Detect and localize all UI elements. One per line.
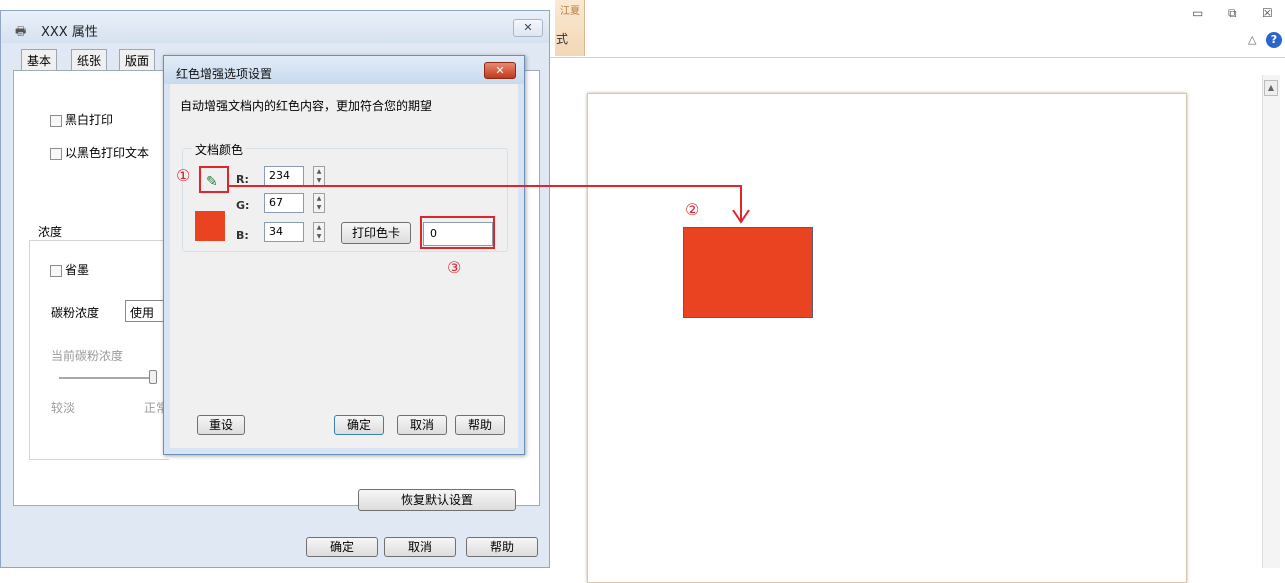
annotation-2: ② bbox=[685, 200, 700, 219]
minimize-icon[interactable]: ▭ bbox=[1192, 6, 1203, 20]
density-slider-track[interactable] bbox=[59, 377, 155, 379]
help-icon[interactable]: ? bbox=[1266, 32, 1282, 48]
red-dialog-title: 红色增强选项设置 bbox=[176, 67, 273, 81]
density-slider-thumb[interactable] bbox=[149, 370, 157, 384]
black-text-checkbox[interactable] bbox=[50, 147, 62, 160]
ribbon-tab-label[interactable]: 江夏 bbox=[560, 2, 580, 17]
app-ribbon bbox=[550, 0, 1285, 58]
b-input[interactable]: 34 bbox=[264, 222, 304, 242]
g-stepper[interactable]: ▲ ▼ bbox=[313, 193, 325, 213]
g-input[interactable]: 67 bbox=[264, 193, 304, 213]
document-page[interactable] bbox=[587, 93, 1187, 583]
restore-icon[interactable]: ⧉ bbox=[1228, 6, 1237, 21]
current-density-label: 当前碳粉浓度 bbox=[51, 349, 124, 363]
annotation-box-card-value bbox=[420, 216, 495, 249]
document-color-label: 文档颜色 bbox=[192, 141, 247, 158]
properties-title: XXX 属性 bbox=[41, 25, 98, 40]
red-enhance-dialog: 红色增强选项设置 ✕ 自动增强文档内的红色内容，更加符合您的期望 文档颜色 ✎ … bbox=[163, 55, 525, 455]
r-input[interactable]: 234 bbox=[264, 166, 304, 186]
density-group-label: 浓度 bbox=[36, 223, 65, 240]
save-toner-label: 省墨 bbox=[65, 263, 90, 277]
annotation-3: ③ bbox=[447, 258, 462, 277]
restore-defaults-button[interactable]: 恢复默认设置 bbox=[358, 489, 516, 511]
red-cancel-button[interactable]: 取消 bbox=[397, 415, 447, 435]
vertical-scrollbar[interactable] bbox=[1262, 75, 1280, 568]
ribbon-collapse-icon[interactable]: △ bbox=[1248, 33, 1256, 46]
printer-icon: 🖶 bbox=[15, 24, 27, 38]
red-shape[interactable] bbox=[683, 227, 813, 318]
red-dialog-description: 自动增强文档内的红色内容，更加符合您的期望 bbox=[180, 99, 433, 113]
ribbon-group-label: 式 bbox=[556, 32, 569, 46]
properties-close-button[interactable]: ✕ bbox=[513, 19, 543, 37]
black-text-label: 以黑色打印文本 bbox=[65, 146, 150, 160]
tab-layout[interactable]: 版面 bbox=[119, 49, 156, 71]
red-ok-button[interactable]: 确定 bbox=[334, 415, 384, 435]
b-stepper[interactable]: ▲ ▼ bbox=[313, 222, 325, 242]
bw-print-option[interactable]: 黑白打印 bbox=[50, 111, 113, 128]
b-label: B: bbox=[236, 229, 249, 242]
color-swatch bbox=[195, 211, 225, 241]
annotation-box-eyedropper bbox=[199, 166, 229, 193]
r-stepper[interactable]: ▲ ▼ bbox=[313, 166, 325, 186]
tab-basic[interactable]: 基本 bbox=[21, 49, 58, 71]
black-text-option[interactable]: 以黑色打印文本 bbox=[50, 144, 149, 161]
annotation-1: ① bbox=[176, 166, 191, 185]
red-help-button[interactable]: 帮助 bbox=[455, 415, 505, 435]
bw-print-label: 黑白打印 bbox=[65, 113, 114, 127]
close-icon[interactable]: ☒ bbox=[1262, 6, 1273, 20]
toner-density-label: 碳粉浓度 bbox=[51, 306, 100, 320]
properties-ok-button[interactable]: 确定 bbox=[306, 537, 378, 557]
scroll-up-icon[interactable]: ▲ bbox=[1264, 80, 1278, 96]
print-color-card-button[interactable]: 打印色卡 bbox=[341, 222, 411, 244]
save-toner-checkbox[interactable] bbox=[50, 264, 62, 277]
slider-low-label: 较淡 bbox=[51, 401, 76, 415]
red-dialog-close-button[interactable]: ✕ bbox=[484, 62, 516, 79]
r-label: R: bbox=[236, 173, 249, 186]
save-toner-option[interactable]: 省墨 bbox=[50, 261, 89, 278]
g-label: G: bbox=[236, 199, 250, 212]
tab-paper[interactable]: 纸张 bbox=[71, 49, 108, 71]
properties-help-button[interactable]: 帮助 bbox=[466, 537, 538, 557]
properties-cancel-button[interactable]: 取消 bbox=[384, 537, 456, 557]
bw-print-checkbox[interactable] bbox=[50, 114, 62, 127]
red-dialog-body bbox=[170, 84, 518, 448]
reset-button[interactable]: 重设 bbox=[197, 415, 245, 435]
